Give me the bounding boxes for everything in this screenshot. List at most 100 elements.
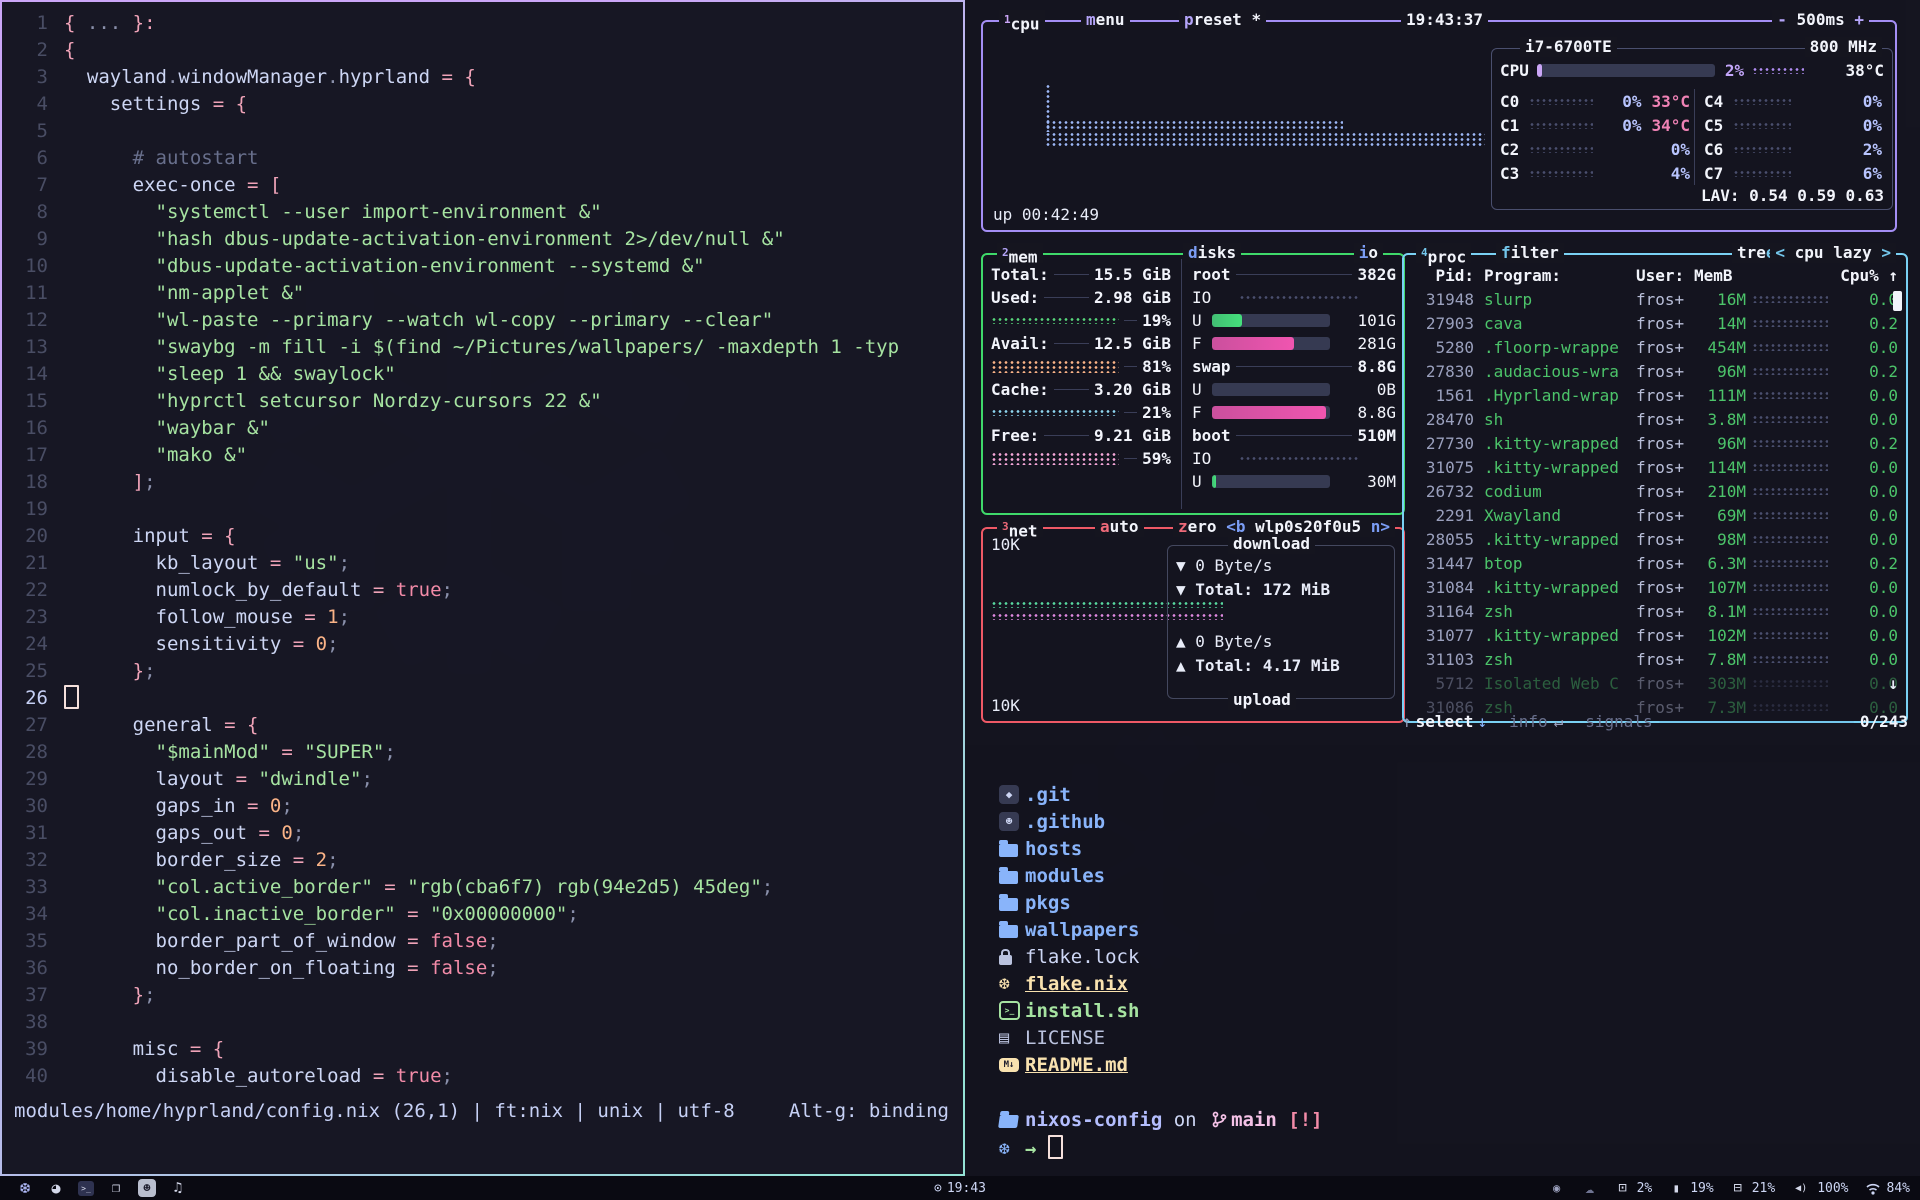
cpu-core-row: C00%33°C bbox=[1500, 89, 1690, 113]
disk-size: 510M bbox=[1357, 426, 1396, 445]
code-area[interactable]: 1{ ... }:2{3 wayland.windowManager.hyprl… bbox=[2, 2, 963, 1090]
music-icon[interactable]: ♫ bbox=[169, 1179, 187, 1197]
proc-header-pid[interactable]: Pid: bbox=[1412, 266, 1474, 285]
preset-button[interactable]: preset * bbox=[1179, 10, 1266, 30]
proc-header-user[interactable]: User: bbox=[1636, 266, 1694, 285]
proc-header-memb[interactable]: MemB bbox=[1694, 266, 1746, 285]
terminal-icon[interactable]: >_ bbox=[78, 1181, 94, 1196]
cpu-total-pct: 2% bbox=[1725, 61, 1744, 80]
btop-mem-panel: 2mem disks io Total:15.5 GiBUsed:2.98 Gi… bbox=[981, 253, 1405, 515]
shell-terminal-window[interactable]: ◆.git☻.githubhostsmodulespkgswallpapersf… bbox=[965, 745, 1920, 1176]
btop-net-panel: 3net auto zero <b wlp0s20f0u5 n> 10K 10K… bbox=[981, 527, 1405, 723]
cpu-usage-graph-spike bbox=[1045, 84, 1051, 132]
tray-disk[interactable]: ⊟21% bbox=[1729, 1179, 1775, 1197]
disks-toggle[interactable]: disks bbox=[1183, 243, 1241, 263]
select-up-icon[interactable]: ↑ bbox=[1402, 712, 1412, 731]
wifi-icon[interactable] bbox=[1864, 1179, 1882, 1197]
proc-filter-button[interactable]: filter bbox=[1496, 243, 1564, 263]
memcard-icon[interactable]: ▮ bbox=[1667, 1179, 1685, 1197]
process-row[interactable]: 26732codiumfros+210M0.0 bbox=[1404, 479, 1906, 503]
process-row[interactable]: 31084.kitty-wrappedfros+107M0.0 bbox=[1404, 575, 1906, 599]
line-text: disable_autoreload = true; bbox=[64, 1063, 453, 1090]
update-interval-control[interactable]: - 500ms + bbox=[1772, 10, 1869, 30]
disk-icon[interactable]: ⊟ bbox=[1729, 1179, 1747, 1197]
tray-volume[interactable]: ◀)100% bbox=[1790, 1179, 1848, 1197]
cpu-core-row: C50% bbox=[1704, 113, 1882, 137]
chip-icon[interactable]: ⊡ bbox=[1614, 1179, 1632, 1197]
file-name: wallpapers bbox=[1025, 919, 1139, 941]
line-number: 15 bbox=[2, 388, 64, 415]
process-row[interactable]: 5712Isolated Web Cfros+303M0.0 bbox=[1404, 671, 1906, 695]
tray-pin[interactable]: ◉ bbox=[1548, 1179, 1566, 1197]
mem-row: Free:9.21 GiB bbox=[983, 424, 1179, 447]
mem-meter-row: 21% bbox=[983, 401, 1179, 424]
disk-bar bbox=[1212, 314, 1330, 327]
browser-icon[interactable]: ◕ bbox=[47, 1179, 65, 1197]
process-row[interactable]: 28470shfros+3.8M0.0 bbox=[1404, 407, 1906, 431]
net-panel-title[interactable]: 3net bbox=[997, 517, 1043, 537]
uptime-label: up 00:42:49 bbox=[993, 205, 1099, 224]
process-row[interactable]: 1561.Hyprland-wrapfros+111M0.0 bbox=[1404, 383, 1906, 407]
editor-window[interactable]: 1{ ... }:2{3 wayland.windowManager.hyprl… bbox=[0, 0, 965, 1176]
proc-panel-title[interactable]: 4proc bbox=[1416, 243, 1471, 263]
file-name: LICENSE bbox=[1025, 1027, 1105, 1049]
process-row[interactable]: 27903cavafros+14M0.2 bbox=[1404, 311, 1906, 335]
tray-cloud[interactable]: ☁ bbox=[1581, 1179, 1599, 1197]
menu-button[interactable]: menu bbox=[1081, 10, 1130, 30]
process-row[interactable]: 31948slurpfros+16M0.0 bbox=[1404, 287, 1906, 311]
process-row[interactable]: 31077.kitty-wrappedfros+102M0.0 bbox=[1404, 623, 1906, 647]
editor-line: 4 settings = { bbox=[2, 91, 963, 118]
process-row[interactable]: 31164zshfros+8.1M0.0 bbox=[1404, 599, 1906, 623]
process-row[interactable]: 27730.kitty-wrappedfros+96M0.2 bbox=[1404, 431, 1906, 455]
cpu-panel-title[interactable]: 1cpu bbox=[999, 10, 1045, 30]
btop-window[interactable]: 1cpu menu preset * 19:43:37 - 500ms + i7… bbox=[965, 0, 1920, 745]
file-name: README.md bbox=[1025, 1054, 1128, 1076]
process-row[interactable]: 5280.floorp-wrappefros+454M0.0 bbox=[1404, 335, 1906, 359]
disk-name: swap bbox=[1192, 357, 1231, 376]
volume-icon[interactable]: ◀) bbox=[1790, 1179, 1812, 1197]
line-number: 38 bbox=[2, 1009, 64, 1036]
line-number: 28 bbox=[2, 739, 64, 766]
process-row[interactable]: 31075.kitty-wrappedfros+114M0.0 bbox=[1404, 455, 1906, 479]
net-auto-button[interactable]: auto bbox=[1095, 517, 1144, 537]
tray-memcard[interactable]: ▮19% bbox=[1667, 1179, 1713, 1197]
nix-icon[interactable]: ❆ bbox=[16, 1179, 34, 1197]
disk-size: 8.8G bbox=[1357, 357, 1396, 376]
line-text: "hash dbus-update-activation-environment… bbox=[64, 226, 785, 253]
proc-scrollbar[interactable] bbox=[1893, 291, 1902, 311]
process-row[interactable]: 28055.kitty-wrappedfros+98M0.0 bbox=[1404, 527, 1906, 551]
core-pct: 2% bbox=[1863, 140, 1882, 159]
info-button[interactable]: info bbox=[1509, 712, 1548, 731]
pin-icon[interactable]: ◉ bbox=[1548, 1179, 1566, 1197]
proc-sort-selector[interactable]: < cpu lazy > bbox=[1770, 243, 1896, 263]
proc-header-cpu[interactable]: Cpu% ↑ bbox=[1746, 266, 1898, 285]
select-button[interactable]: select bbox=[1416, 712, 1474, 731]
net-zero-button[interactable]: zero bbox=[1173, 517, 1222, 537]
process-row[interactable]: 31103zshfros+7.8M0.0 bbox=[1404, 647, 1906, 671]
shell-input-line[interactable]: ❆ → bbox=[999, 1134, 1920, 1163]
info-enter-icon[interactable]: ↵ bbox=[1554, 712, 1564, 731]
line-number: 37 bbox=[2, 982, 64, 1009]
select-down-icon[interactable]: ↓ bbox=[1477, 712, 1487, 731]
files-icon[interactable]: ❐ bbox=[107, 1179, 125, 1197]
cloud-icon[interactable]: ☁ bbox=[1581, 1179, 1599, 1197]
discord-icon[interactable]: ☻ bbox=[138, 1179, 156, 1197]
editor-line: 36 no_border_on_floating = false; bbox=[2, 955, 963, 982]
editor-line: 13 "swaybg -m fill -i $(find ~/Pictures/… bbox=[2, 334, 963, 361]
process-row[interactable]: 31447btopfros+6.3M0.2 bbox=[1404, 551, 1906, 575]
tray-wifi[interactable]: 84% bbox=[1864, 1179, 1910, 1197]
line-number: 6 bbox=[2, 145, 64, 172]
core-pct: 0% bbox=[1671, 140, 1690, 159]
tray-chip[interactable]: ⊡2% bbox=[1614, 1179, 1653, 1197]
proc-scroll-down-icon[interactable]: ↓ bbox=[1888, 674, 1898, 693]
cpu-model-label: i7-6700TE bbox=[1520, 37, 1617, 57]
file-list-item: flake.lock bbox=[999, 943, 1920, 970]
line-number: 30 bbox=[2, 793, 64, 820]
proc-header-program[interactable]: Program: bbox=[1484, 266, 1636, 285]
signals-button[interactable]: signals bbox=[1585, 712, 1652, 731]
io-mode-toggle[interactable]: io bbox=[1354, 243, 1383, 263]
mem-panel-title[interactable]: 2mem bbox=[997, 243, 1043, 263]
mem-meter-row: 81% bbox=[983, 355, 1179, 378]
process-row[interactable]: 2291Xwaylandfros+69M0.0 bbox=[1404, 503, 1906, 527]
process-row[interactable]: 27830.audacious-wrafros+96M0.2 bbox=[1404, 359, 1906, 383]
